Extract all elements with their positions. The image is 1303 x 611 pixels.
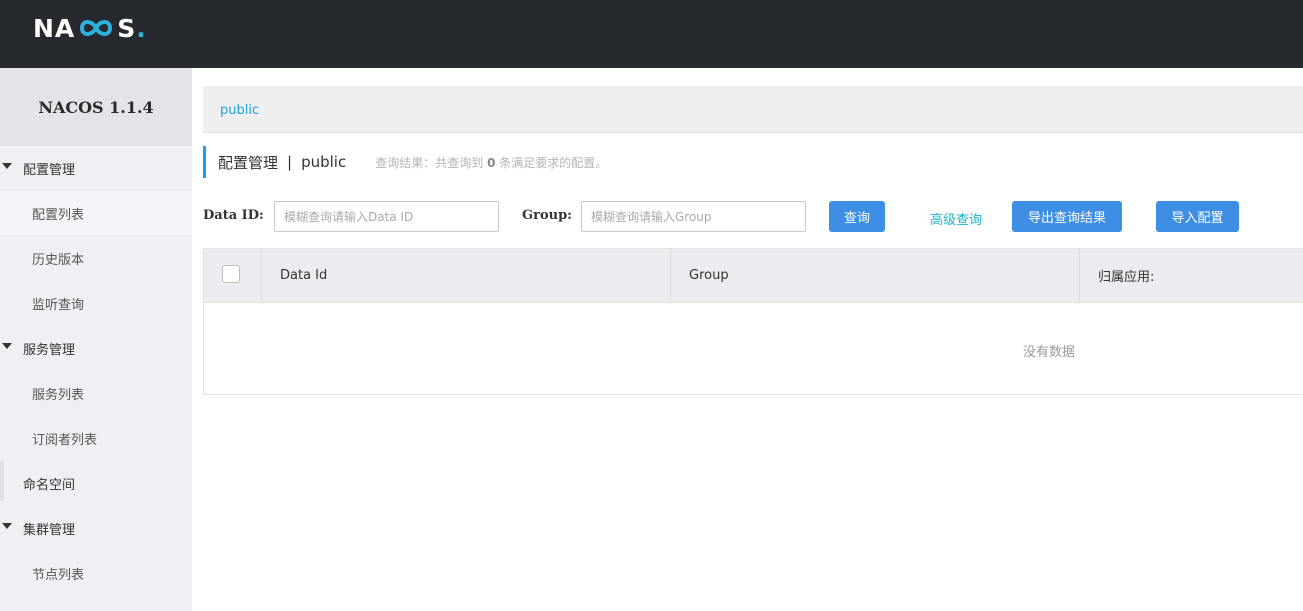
sidebar-item-config-list[interactable]: 配置列表 <box>0 191 192 235</box>
column-header-dataid[interactable]: Data Id <box>280 249 327 302</box>
dataid-label: Data ID: <box>203 208 264 223</box>
selection-bar <box>0 461 4 501</box>
advanced-query-link[interactable]: 高级查询 <box>930 209 982 228</box>
sidebar-item-subscriber-list[interactable]: 订阅者列表 <box>0 416 192 460</box>
logo-text-end: S <box>117 13 137 43</box>
group-input[interactable] <box>581 201 806 232</box>
dataid-input[interactable] <box>274 201 499 232</box>
select-all-checkbox[interactable] <box>222 265 240 283</box>
sidebar-item-namespace[interactable]: 命名空间 <box>0 461 192 505</box>
sidebar-item-history[interactable]: 历史版本 <box>0 236 192 280</box>
column-divider <box>670 249 671 302</box>
sidebar-group-label: 服务管理 <box>23 342 76 358</box>
sidebar-item-label: 订阅者列表 <box>32 432 98 448</box>
sidebar-item-node-list[interactable]: 节点列表 <box>0 551 192 595</box>
sidebar: NACOS 1.1.4 配置管理 配置列表 历史版本 监听查询 服务管理 服务列… <box>0 68 192 611</box>
sidebar-group-label: 集群管理 <box>23 522 76 538</box>
caret-down-icon <box>2 343 12 349</box>
query-result-hint: 查询结果：共查询到 0 条满足要求的配置。 <box>375 154 607 171</box>
logo-dot: . <box>136 13 147 43</box>
page-title-text: 配置管理 <box>218 153 279 172</box>
sidebar-item-label: 历史版本 <box>32 252 85 268</box>
top-header: NA S . <box>0 0 1303 68</box>
sidebar-group-label: 配置管理 <box>23 162 76 178</box>
sidebar-item-label: 命名空间 <box>23 477 76 493</box>
sidebar-item-service-list[interactable]: 服务列表 <box>0 371 192 415</box>
title-namespace: public <box>301 153 347 171</box>
config-table: Data Id Group 归属应用: 没有数据 <box>203 248 1303 395</box>
column-divider <box>1079 249 1080 302</box>
sidebar-item-label: 节点列表 <box>32 567 85 583</box>
nacos-logo[interactable]: NA S . <box>33 12 147 44</box>
sidebar-item-label: 服务列表 <box>32 387 85 403</box>
hint-prefix: 查询结果：共查询到 <box>375 155 484 170</box>
page-title: 配置管理 | public 查询结果：共查询到 0 条满足要求的配置。 <box>203 146 607 178</box>
column-divider <box>261 249 262 302</box>
column-header-app[interactable]: 归属应用: <box>1098 249 1154 302</box>
hint-suffix: 条满足要求的配置。 <box>499 155 608 170</box>
sidebar-group-cluster[interactable]: 集群管理 <box>0 506 192 550</box>
namespace-bar: public <box>203 86 1303 133</box>
title-separator: | <box>287 153 293 171</box>
sidebar-group-config[interactable]: 配置管理 <box>0 146 192 190</box>
empty-text: 没有数据 <box>1023 345 1076 360</box>
sidebar-item-label: 监听查询 <box>32 297 85 313</box>
group-label: Group: <box>522 208 572 223</box>
query-button[interactable]: 查询 <box>829 201 885 232</box>
hint-count: 0 <box>487 155 496 170</box>
infinity-logo-icon <box>80 20 113 36</box>
version-label: NACOS 1.1.4 <box>0 68 192 146</box>
sidebar-group-service[interactable]: 服务管理 <box>0 326 192 370</box>
caret-down-icon <box>2 523 12 529</box>
namespace-link-public[interactable]: public <box>220 103 259 118</box>
column-header-group[interactable]: Group <box>689 249 729 302</box>
export-results-button[interactable]: 导出查询结果 <box>1012 201 1122 232</box>
sidebar-item-label: 配置列表 <box>32 207 85 223</box>
import-config-button[interactable]: 导入配置 <box>1156 201 1239 232</box>
caret-down-icon <box>2 163 12 169</box>
table-header: Data Id Group 归属应用: <box>204 249 1303 303</box>
sidebar-item-listener-query[interactable]: 监听查询 <box>0 281 192 325</box>
logo-text-start: NA <box>33 13 76 43</box>
